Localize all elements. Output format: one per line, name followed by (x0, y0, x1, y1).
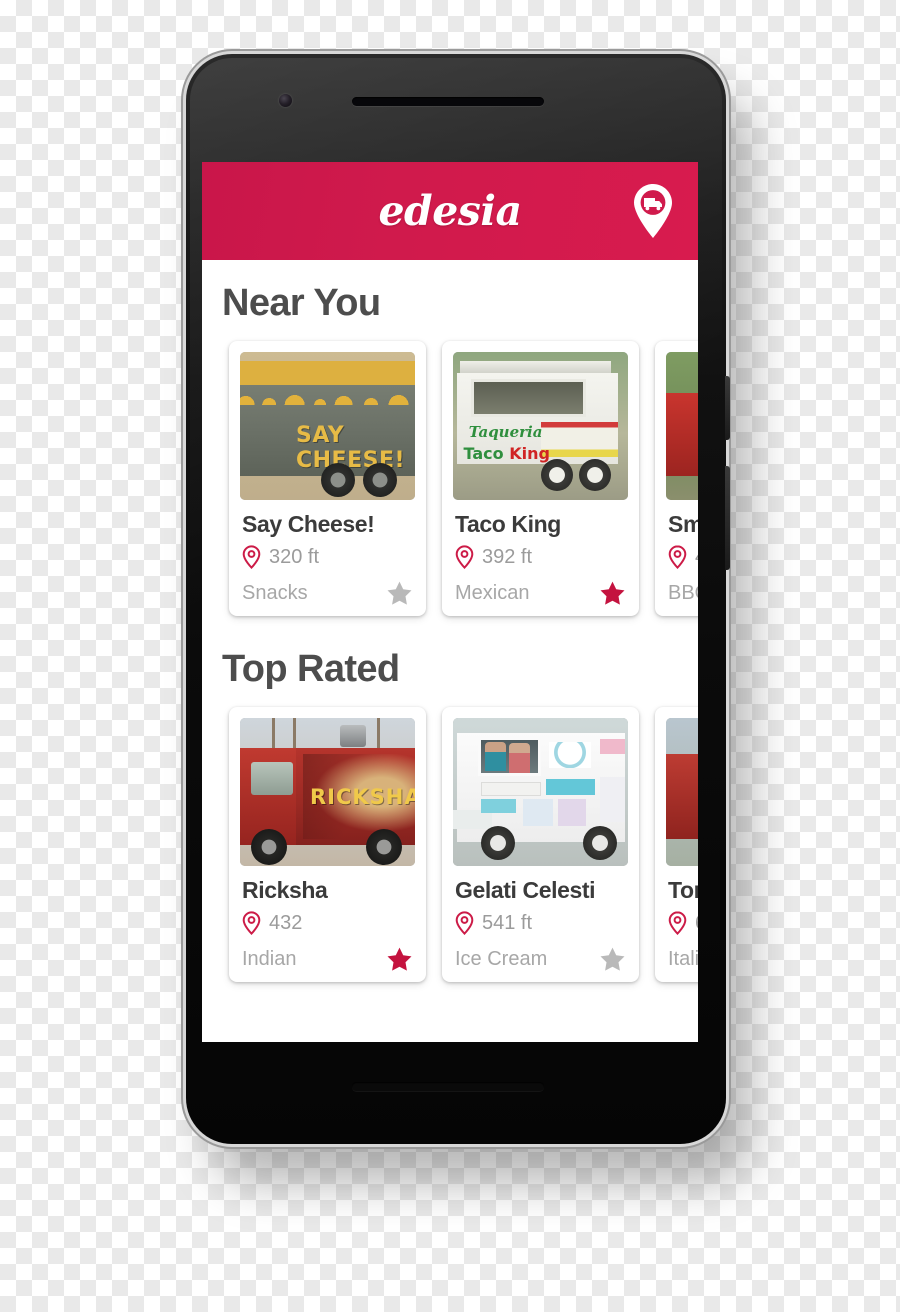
favorite-star-icon[interactable] (386, 580, 413, 606)
phone-screen: edesia Near You SAY CHEESE! Say Cheese! … (202, 162, 698, 1042)
section-near-you: Near You SAY CHEESE! Say Cheese! 320 ft … (202, 282, 698, 630)
section-title-near-you: Near You (222, 282, 381, 324)
truck-card-footer: Italia (668, 944, 698, 974)
truck-cuisine: BBQ (668, 581, 698, 604)
location-pin-icon (455, 545, 474, 570)
truck-card-footer: Indian (242, 944, 413, 974)
truck-name: Smo (668, 511, 698, 537)
scrollable-content[interactable]: Near You SAY CHEESE! Say Cheese! 320 ft … (202, 260, 698, 1042)
screenshot-stage: edesia Near You SAY CHEESE! Say Cheese! … (0, 0, 900, 1312)
truck-name: Ton (668, 877, 698, 903)
truck-cuisine: Mexican (455, 581, 530, 604)
front-camera-icon (279, 94, 292, 107)
truck-distance: 432 (269, 911, 303, 934)
truck-name: Gelati Celesti (455, 877, 596, 903)
photo-text-taqueria: Taqueria (468, 423, 543, 442)
location-pin-icon (668, 545, 687, 570)
truck-photo-taco-king: Taqueria Taco King (453, 352, 628, 500)
truck-photo-italian (666, 718, 698, 866)
truck-name: Taco King (455, 511, 561, 537)
truck-distance-row: 432 (242, 911, 415, 936)
power-button[interactable] (725, 376, 730, 440)
earpiece-speaker (352, 97, 544, 106)
truck-photo-ricksha: RICKSHA (240, 718, 415, 866)
truck-card[interactable]: RICKSHA Ricksha 432 Indian (229, 707, 426, 982)
section-top-rated: Top Rated RICKSHA Ricksha 432 Indian Gel… (202, 648, 698, 996)
phone-device-frame: edesia Near You SAY CHEESE! Say Cheese! … (186, 54, 730, 1144)
truck-distance-row: 4 (668, 545, 698, 570)
favorite-star-icon[interactable] (599, 580, 626, 606)
truck-photo-gelati-celesti (453, 718, 628, 866)
truck-card-footer: Ice Cream (455, 944, 626, 974)
truck-card-footer: BBQ (668, 578, 698, 608)
truck-distance-row: 392 ft (455, 545, 628, 570)
photo-text-say-cheese: SAY CHEESE! (296, 423, 406, 474)
truck-distance: 541 ft (482, 911, 533, 934)
photo-text-ricksha: RICKSHA (310, 784, 415, 809)
truck-card[interactable]: Ton 6 Ita (655, 707, 698, 982)
truck-photo-say-cheese: SAY CHEESE! (240, 352, 415, 500)
section-title-top-rated: Top Rated (222, 648, 400, 690)
app-header: edesia (202, 162, 698, 260)
truck-name: Say Cheese! (242, 511, 375, 537)
truck-distance-row: 541 ft (455, 911, 628, 936)
truck-distance: 392 ft (482, 545, 533, 568)
truck-distance: 6 (695, 912, 698, 935)
truck-card[interactable]: Taqueria Taco King Taco King 392 ft Mexi… (442, 341, 639, 616)
truck-card-footer: Mexican (455, 578, 626, 608)
truck-photo-bbq (666, 352, 698, 500)
truck-card[interactable]: SAY CHEESE! Say Cheese! 320 ft Snacks (229, 341, 426, 616)
truck-cuisine: Indian (242, 947, 297, 970)
favorite-star-icon[interactable] (599, 946, 626, 972)
truck-cuisine: Snacks (242, 581, 308, 604)
location-pin-icon (242, 545, 261, 570)
card-carousel-top-rated[interactable]: RICKSHA Ricksha 432 Indian Gelati Celest… (202, 701, 698, 996)
volume-button[interactable] (725, 466, 730, 570)
map-pin-truck-icon[interactable] (630, 182, 676, 240)
truck-name: Ricksha (242, 877, 328, 903)
location-pin-icon (242, 911, 261, 936)
truck-cuisine: Italia (668, 947, 698, 970)
truck-distance-row: 320 ft (242, 545, 415, 570)
favorite-star-icon[interactable] (386, 946, 413, 972)
truck-card[interactable]: Smo 4 BBQ (655, 341, 698, 616)
truck-distance-row: 6 (668, 911, 698, 936)
truck-distance: 320 ft (269, 545, 320, 568)
location-pin-icon (668, 911, 687, 936)
truck-card-footer: Snacks (242, 578, 413, 608)
card-carousel-near-you[interactable]: SAY CHEESE! Say Cheese! 320 ft Snacks Ta… (202, 335, 698, 630)
truck-cuisine: Ice Cream (455, 947, 548, 970)
photo-text-taco-king: Taco King (463, 443, 550, 463)
location-pin-icon (455, 911, 474, 936)
app-brand-title: edesia (378, 187, 522, 235)
truck-distance: 4 (695, 546, 698, 569)
truck-card[interactable]: Gelati Celesti 541 ft Ice Cream (442, 707, 639, 982)
bottom-speaker-grille (352, 1082, 544, 1091)
